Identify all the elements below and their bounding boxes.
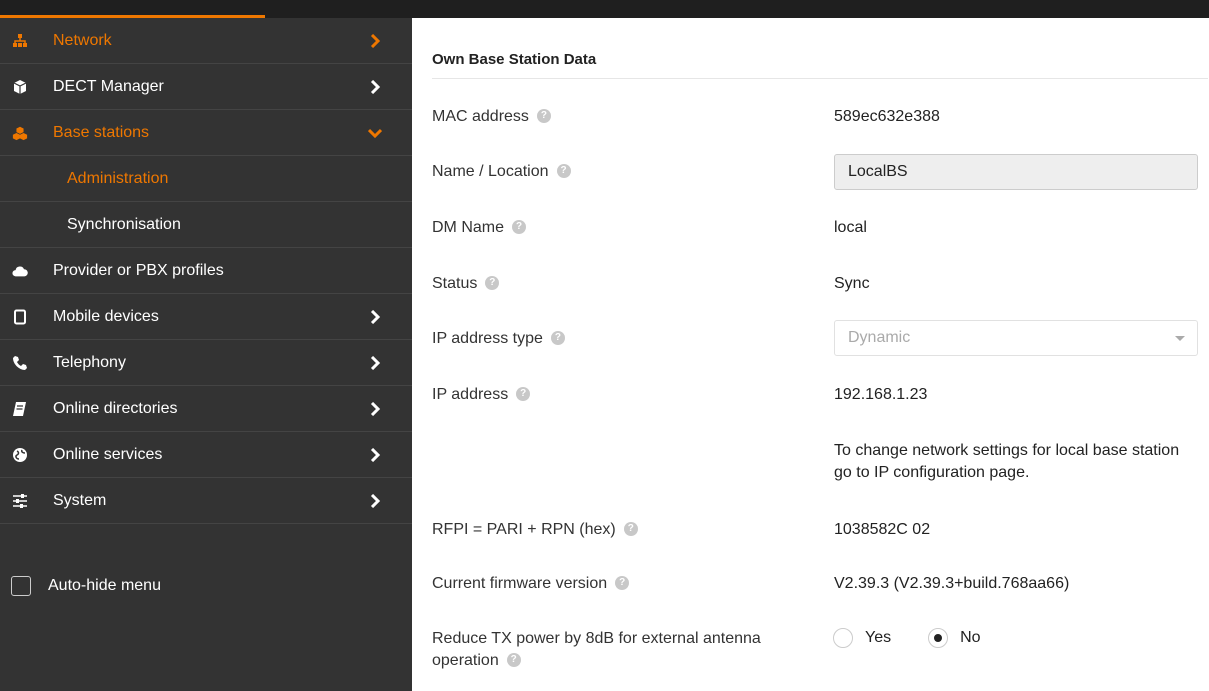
- radio-yes[interactable]: [833, 628, 853, 648]
- status-label: Status?: [432, 273, 500, 295]
- sidebar-item-label: Online services: [53, 445, 163, 463]
- rfpi-label: RFPI = PARI + RPN (hex)?: [432, 519, 638, 541]
- sidebar-item-base-stations[interactable]: Base stations: [0, 110, 412, 156]
- help-icon[interactable]: ?: [623, 521, 638, 536]
- sidebar-item-label: Provider or PBX profiles: [53, 261, 224, 279]
- radio-no[interactable]: [928, 628, 949, 648]
- chevron-right-icon: [370, 355, 381, 370]
- auto-hide-toggle[interactable]: Auto-hide menu: [0, 566, 412, 606]
- cube-icon: [12, 79, 28, 95]
- sidebar-item-telephony[interactable]: Telephony: [0, 340, 412, 386]
- dm-name-label: DM Name?: [432, 217, 527, 239]
- dm-name-value: local: [834, 219, 867, 236]
- chevron-down-icon: [368, 128, 382, 138]
- sidebar-item-online-services[interactable]: Online services: [0, 432, 412, 478]
- sidebar-item-online-directories[interactable]: Online directories: [0, 386, 412, 432]
- name-location-input[interactable]: LocalBS: [834, 154, 1198, 190]
- sidebar-subitem-synchronisation[interactable]: Synchronisation: [0, 202, 412, 248]
- section-title: Own Base Station Data: [432, 51, 597, 68]
- ip-address-type-label: IP address type?: [432, 328, 565, 350]
- mac-address-value: 589ec632e388: [834, 108, 940, 125]
- network-settings-note: To change network settings for local bas…: [834, 442, 1180, 481]
- main-content: Own Base Station Data MAC address? 589ec…: [412, 18, 1209, 691]
- help-icon[interactable]: ?: [512, 219, 527, 234]
- rfpi-value: 1038582C 02: [834, 521, 931, 538]
- chevron-right-icon: [370, 493, 381, 508]
- ip-address-type-value: Dynamic: [848, 329, 911, 346]
- chevron-right-icon: [370, 401, 381, 416]
- sidebar-item-provider-profiles[interactable]: Provider or PBX profiles: [0, 248, 412, 294]
- sliders-icon: [12, 493, 28, 509]
- name-location-label: Name / Location?: [432, 161, 571, 183]
- sidebar: Network DECT Manager Base stations Admin…: [0, 18, 412, 691]
- cubes-icon: [12, 125, 28, 141]
- sidebar-item-label: Administration: [67, 169, 169, 187]
- sidebar-item-mobile-devices[interactable]: Mobile devices: [0, 294, 412, 340]
- network-icon: [12, 33, 28, 49]
- sidebar-item-label: Base stations: [53, 123, 150, 141]
- sidebar-item-label: DECT Manager: [53, 77, 164, 95]
- reduce-tx-power-radio-group: Yes No: [833, 627, 1018, 649]
- sidebar-item-label: Synchronisation: [67, 215, 181, 233]
- help-icon[interactable]: ?: [556, 163, 571, 178]
- ip-address-label: IP address?: [432, 384, 531, 406]
- sidebar-item-dect-manager[interactable]: DECT Manager: [0, 64, 412, 110]
- sidebar-item-system[interactable]: System: [0, 478, 412, 524]
- sidebar-item-label: Network: [53, 31, 112, 49]
- sidebar-subitem-administration[interactable]: Administration: [0, 156, 412, 202]
- chevron-right-icon: [370, 33, 381, 48]
- caret-down-icon: [1175, 336, 1185, 341]
- phone-icon: [12, 355, 28, 371]
- sidebar-item-label: Mobile devices: [53, 307, 159, 325]
- status-value: Sync: [834, 275, 870, 292]
- auto-hide-checkbox[interactable]: [11, 576, 31, 596]
- book-icon: [12, 401, 28, 417]
- mobile-icon: [12, 309, 28, 325]
- chevron-right-icon: [370, 79, 381, 94]
- help-icon[interactable]: ?: [485, 275, 500, 290]
- sidebar-item-network[interactable]: Network: [0, 18, 412, 64]
- sidebar-item-label: System: [53, 491, 107, 509]
- radio-yes-label[interactable]: Yes: [865, 629, 891, 647]
- cloud-icon: [12, 263, 28, 279]
- chevron-right-icon: [370, 309, 381, 324]
- help-icon[interactable]: ?: [506, 652, 521, 667]
- radio-no-label[interactable]: No: [960, 629, 980, 647]
- help-icon[interactable]: ?: [550, 330, 565, 345]
- sidebar-item-label: Telephony: [53, 353, 126, 371]
- reduce-tx-power-label: Reduce TX power by 8dB for external ante…: [432, 630, 761, 669]
- section-divider: [432, 78, 1208, 79]
- mac-address-label: MAC address?: [432, 106, 551, 128]
- help-icon[interactable]: ?: [536, 108, 551, 123]
- help-icon[interactable]: ?: [516, 386, 531, 401]
- help-icon[interactable]: ?: [615, 575, 630, 590]
- sidebar-item-label: Online directories: [53, 399, 178, 417]
- firmware-version-value: V2.39.3 (V2.39.3+build.768aa66): [834, 575, 1070, 592]
- auto-hide-label: Auto-hide menu: [48, 577, 161, 594]
- firmware-version-label: Current firmware version?: [432, 573, 630, 595]
- ip-address-type-select[interactable]: Dynamic: [834, 320, 1198, 356]
- ip-address-value: 192.168.1.23: [834, 386, 928, 403]
- chevron-right-icon: [370, 447, 381, 462]
- top-bar: [0, 0, 1209, 18]
- globe-icon: [12, 447, 28, 463]
